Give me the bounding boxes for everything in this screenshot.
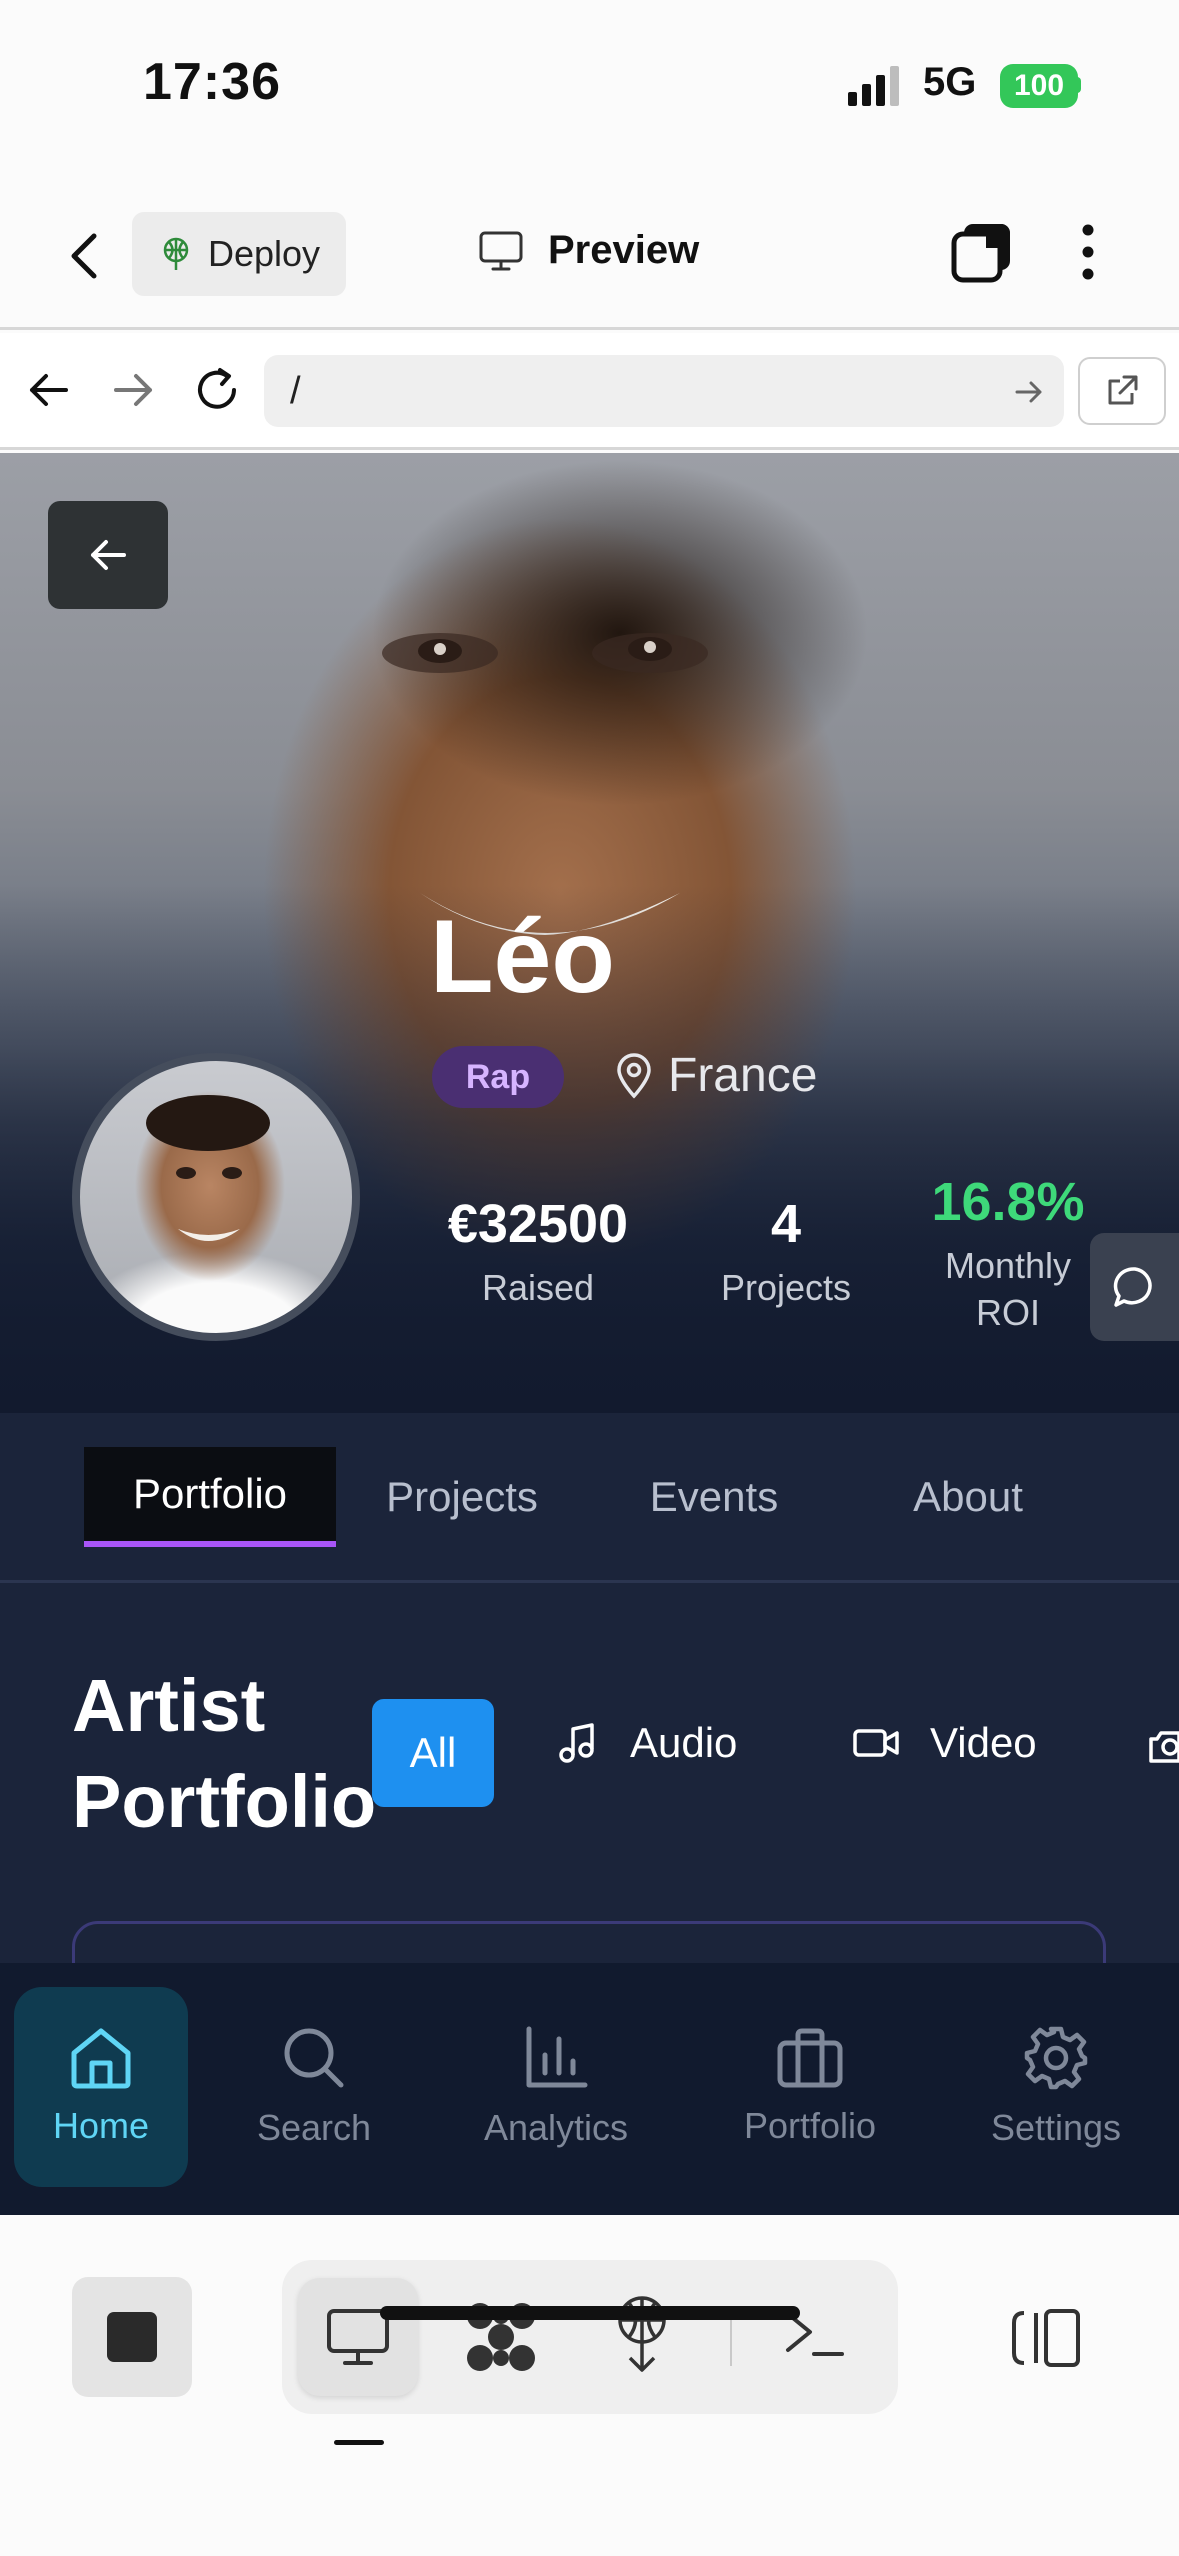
profile-tabs: Portfolio Projects Events About [0, 1413, 1179, 1583]
nav-label: Home [52, 2105, 150, 2146]
deploy-label: Deploy [208, 233, 321, 274]
tab-events[interactable]: Events [624, 1447, 804, 1547]
stat-label: Monthly ROI [920, 1243, 1096, 1337]
deploy-button[interactable]: Deploy [132, 212, 346, 296]
stat-value: 16.8% [931, 1172, 1085, 1232]
deploy-icon [163, 237, 189, 270]
url-field[interactable]: / [264, 355, 1064, 427]
section-title-line: Artist [72, 1664, 266, 1747]
stat-value: 4 [770, 1194, 802, 1254]
stat-label-line: ROI [975, 1291, 1040, 1333]
chevron-left-icon [71, 233, 97, 279]
gear-icon [1024, 2026, 1088, 2090]
bar-chart-icon [526, 2026, 588, 2088]
artist-name: Léo [430, 899, 615, 1015]
view-mode-group [282, 2260, 898, 2414]
section-title: Artist Portfolio [72, 1658, 376, 1850]
camera-icon [1149, 1731, 1179, 1763]
location-label: France [668, 1049, 818, 1102]
back-button[interactable] [56, 226, 116, 286]
status-time: 17:36 [143, 53, 281, 111]
tab-projects[interactable]: Projects [370, 1447, 554, 1547]
chat-bubble-icon [1113, 1267, 1152, 1307]
preview-toggle[interactable]: Preview [478, 228, 699, 273]
tab-about[interactable]: About [880, 1447, 1056, 1547]
filter-all-button[interactable]: All [372, 1699, 494, 1807]
preview-label: Preview [548, 228, 700, 272]
hero-back-button[interactable] [48, 501, 168, 609]
filter-video-button[interactable]: Video [852, 1719, 1037, 1767]
bottom-navigation: Home Search Analytics Portfolio Settings [0, 1963, 1179, 2215]
more-vertical-icon[interactable] [1068, 222, 1108, 282]
desktop-view-button[interactable] [298, 2278, 418, 2396]
briefcase-icon [777, 2028, 843, 2088]
video-camera-icon [853, 1729, 899, 1757]
arrow-right-icon[interactable] [110, 367, 156, 413]
music-note-icon [559, 1723, 594, 1763]
tab-portfolio[interactable]: Portfolio [84, 1447, 336, 1547]
filter-label: Video [930, 1719, 1037, 1766]
nav-portfolio[interactable]: Portfolio [722, 1987, 898, 2187]
section-title-line: Portfolio [72, 1760, 377, 1844]
battery-indicator: 100 [1000, 64, 1078, 108]
split-view-icon[interactable] [1010, 2307, 1082, 2369]
stat-label: Raised [481, 1267, 595, 1308]
nav-label: Analytics [483, 2107, 629, 2148]
nav-label: Portfolio [743, 2105, 877, 2146]
stat-value: €32500 [447, 1194, 629, 1254]
nav-label: Search [256, 2107, 372, 2148]
nav-home[interactable]: Home [14, 1987, 188, 2187]
active-tool-indicator [334, 2440, 384, 2445]
artist-location: France [614, 1048, 817, 1103]
chat-button[interactable] [1090, 1233, 1179, 1341]
map-pin-icon [617, 1052, 651, 1099]
arrow-left-icon[interactable] [26, 367, 72, 413]
reload-icon[interactable] [192, 365, 242, 415]
stat-monthly-roi: 16.8% Monthly ROI [920, 1171, 1096, 1337]
nav-settings[interactable]: Settings [968, 1987, 1144, 2187]
monitor-icon [479, 231, 523, 270]
battery-tip [1075, 77, 1081, 93]
external-link-icon [1108, 375, 1138, 405]
filter-label: Audio [630, 1719, 738, 1766]
stop-button[interactable] [72, 2277, 192, 2397]
artist-avatar [72, 1053, 360, 1341]
nav-analytics[interactable]: Analytics [468, 1987, 644, 2187]
open-external-button[interactable] [1078, 357, 1166, 425]
filter-audio-button[interactable]: Audio [556, 1719, 737, 1767]
stat-label-line: Monthly [944, 1245, 1072, 1286]
home-icon [71, 2028, 131, 2089]
artist-hero: Léo Rap France €32500 Raised 4 Projects … [0, 453, 1179, 1413]
url-text: / [290, 369, 301, 412]
tabs-icon[interactable] [950, 222, 1012, 284]
signal-strength-icon [848, 66, 899, 106]
network-type: 5G [923, 60, 977, 104]
search-icon [284, 2028, 344, 2088]
filter-photo-button[interactable] [1148, 1727, 1179, 1767]
stat-projects: 4 Projects [706, 1193, 866, 1312]
go-arrow-icon[interactable] [1014, 377, 1044, 407]
arrow-left-icon [91, 540, 126, 570]
avatar-photo [146, 1095, 270, 1241]
browser-toolbar: / [0, 333, 1179, 450]
genre-badge: Rap [432, 1046, 564, 1108]
nav-search[interactable]: Search [226, 1987, 402, 2187]
profile-content: Portfolio Projects Events About Artist P… [0, 1413, 1179, 2001]
stat-label: Projects [720, 1267, 852, 1308]
stop-icon [107, 2312, 157, 2362]
nav-label: Settings [990, 2107, 1122, 2148]
stat-raised: €32500 Raised [428, 1193, 648, 1312]
editor-toolbar [0, 2215, 1179, 2556]
home-indicator [380, 2306, 800, 2320]
app-header: Deploy Preview [0, 170, 1179, 330]
